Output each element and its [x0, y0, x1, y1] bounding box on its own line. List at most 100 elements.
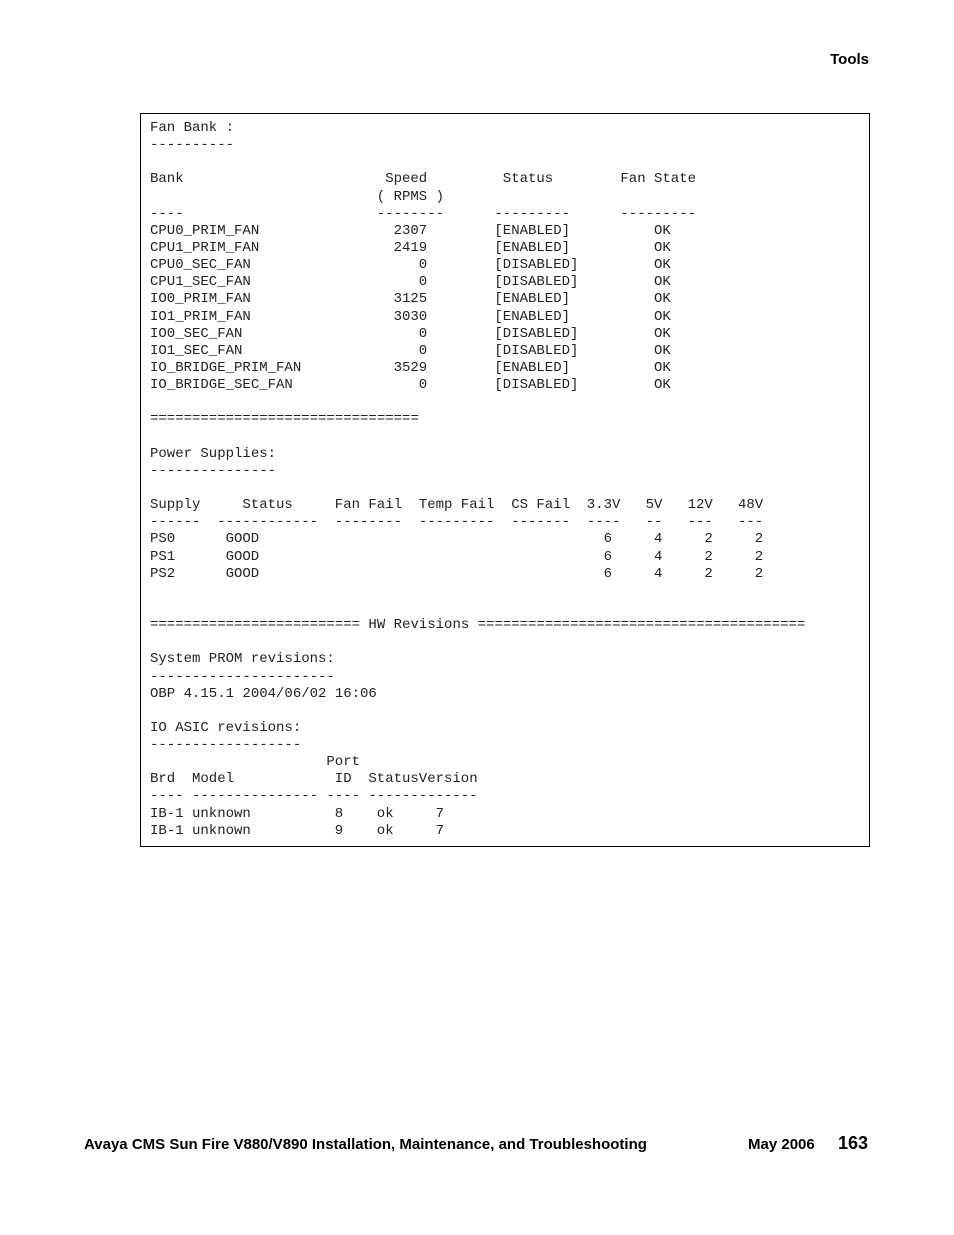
blank: [150, 634, 850, 651]
fan-name: IO0_PRIM_FAN: [150, 291, 251, 308]
hw-revisions-banner: ========================= HW Revisions =…: [150, 617, 806, 634]
power-title: Power Supplies:: [150, 446, 850, 463]
asic-dashes: ---- --------------- ---- ------ -------: [150, 788, 850, 805]
fan-row: CPU0_SEC_FAN 0 [DISABLED] OK: [150, 257, 850, 274]
underline: ---------------: [150, 462, 277, 479]
brd: IB-1: [150, 805, 184, 822]
dash: ------------: [217, 514, 319, 531]
v5: 4: [654, 531, 663, 548]
fan-name: IO0_SEC_FAN: [150, 325, 243, 342]
fan-status: [ENABLED]: [494, 291, 571, 308]
blank: [150, 703, 850, 720]
col-id: ID: [334, 771, 352, 788]
model: unknown: [192, 805, 251, 822]
footer-title: Avaya CMS Sun Fire V880/V890 Installatio…: [84, 1136, 647, 1153]
fan-state: OK: [654, 291, 671, 308]
v12: 2: [704, 565, 713, 582]
col-fan_fail: Fan Fail: [334, 497, 403, 514]
asic-header-port: Port: [150, 754, 850, 771]
dash: ----: [326, 788, 360, 805]
fan-state: OK: [654, 359, 671, 376]
dash: -------: [418, 788, 478, 805]
fan-speed: 0: [418, 257, 428, 274]
dash: ----: [150, 205, 184, 222]
v33: 6: [603, 565, 612, 582]
dash: ----: [586, 514, 621, 531]
page-number: 163: [838, 1133, 869, 1153]
power-underline: ---------------: [150, 463, 850, 480]
fan-row: IO1_PRIM_FAN 3030 [ENABLED] OK: [150, 309, 850, 326]
fan-row: IO0_SEC_FAN 0 [DISABLED] OK: [150, 326, 850, 343]
footer-date: May 2006: [748, 1136, 815, 1153]
dash: ---------------: [192, 788, 319, 805]
power-header: Supply Status Fan Fail Temp Fail CS Fail 3.3V…: [150, 497, 850, 514]
fan-row: IO_BRIDGE_SEC_FAN 0 [DISABLED] OK: [150, 377, 850, 394]
fan-speed: 2419: [393, 239, 428, 256]
title: System PROM revisions:: [150, 651, 335, 668]
col-status: Status: [502, 171, 554, 188]
version: 7: [435, 822, 444, 839]
fan-status: [ENABLED]: [494, 359, 571, 376]
version: 7: [435, 805, 444, 822]
v5: 4: [654, 548, 663, 565]
v33: 6: [603, 548, 612, 565]
supply-status: GOOD: [225, 531, 260, 548]
underline: ----------------------: [150, 668, 335, 685]
blank: [150, 480, 850, 497]
fan-name: CPU1_SEC_FAN: [150, 274, 251, 291]
col-speed-unit: ( RPMS ): [376, 188, 445, 205]
port-id: 8: [334, 805, 344, 822]
fan-dashes: ---- -------- --------- ---------: [150, 206, 850, 223]
blank: [150, 394, 850, 411]
fan-speed: 3030: [393, 308, 428, 325]
fan-name: CPU0_SEC_FAN: [150, 257, 251, 274]
obp-version: OBP 4.15.1 2004/06/02 16:06: [150, 685, 377, 702]
dash: ------: [368, 788, 419, 805]
fan-row: IO0_PRIM_FAN 3125 [ENABLED] OK: [150, 291, 850, 308]
v5: 4: [654, 565, 663, 582]
asic-underline: ------------------: [150, 737, 850, 754]
power-row: PS1 GOOD 6 4 2 2: [150, 549, 850, 566]
fan-state: OK: [654, 308, 671, 325]
fan-speed: 0: [418, 325, 428, 342]
col-v48: 48V: [738, 497, 764, 514]
col-status: Status: [368, 771, 419, 788]
dash: ---------: [620, 205, 697, 222]
blank: [150, 600, 850, 617]
hw-banner: ========================= HW Revisions =…: [150, 617, 850, 634]
col-fan-state: Fan State: [620, 171, 697, 188]
col-status: Status: [242, 497, 293, 514]
fan-speed: 3125: [393, 291, 428, 308]
fan-speed: 2307: [393, 222, 428, 239]
col-v5: 5V: [645, 497, 663, 514]
supply-name: PS0: [150, 531, 176, 548]
fan-name: CPU0_PRIM_FAN: [150, 222, 260, 239]
prom-underline: ----------------------: [150, 669, 850, 686]
v48: 2: [754, 548, 764, 565]
status: ok: [376, 822, 394, 839]
fan-name: IO_BRIDGE_PRIM_FAN: [150, 359, 302, 376]
v33: 6: [603, 531, 612, 548]
fan-name: IO_BRIDGE_SEC_FAN: [150, 377, 293, 394]
supply-name: PS1: [150, 548, 176, 565]
v12: 2: [704, 531, 713, 548]
dash: ---: [738, 514, 764, 531]
asic-title: IO ASIC revisions:: [150, 720, 850, 737]
fan-speed: 3529: [393, 359, 428, 376]
separator: ================================: [150, 411, 419, 428]
col-supply: Supply: [150, 497, 201, 514]
dash: --: [645, 514, 663, 531]
fan-bank-title: Fan Bank :: [150, 120, 850, 137]
col-bank: Bank: [150, 171, 184, 188]
fan-header-unit: ( RPMS ): [150, 189, 850, 206]
asic-row: IB-1 unknown 8 ok 7: [150, 806, 850, 823]
fan-state: OK: [654, 239, 671, 256]
obp-version: OBP 4.15.1 2004/06/02 16:06: [150, 686, 850, 703]
title: IO ASIC revisions:: [150, 719, 302, 736]
console-text: Fan Bank : ---------- Bank Speed Status Fan S…: [150, 120, 850, 840]
blank: [150, 429, 850, 446]
blank: [150, 154, 850, 171]
underline: ------------------: [150, 737, 302, 754]
dash: ----: [150, 788, 184, 805]
col-brd: Brd: [150, 771, 176, 788]
